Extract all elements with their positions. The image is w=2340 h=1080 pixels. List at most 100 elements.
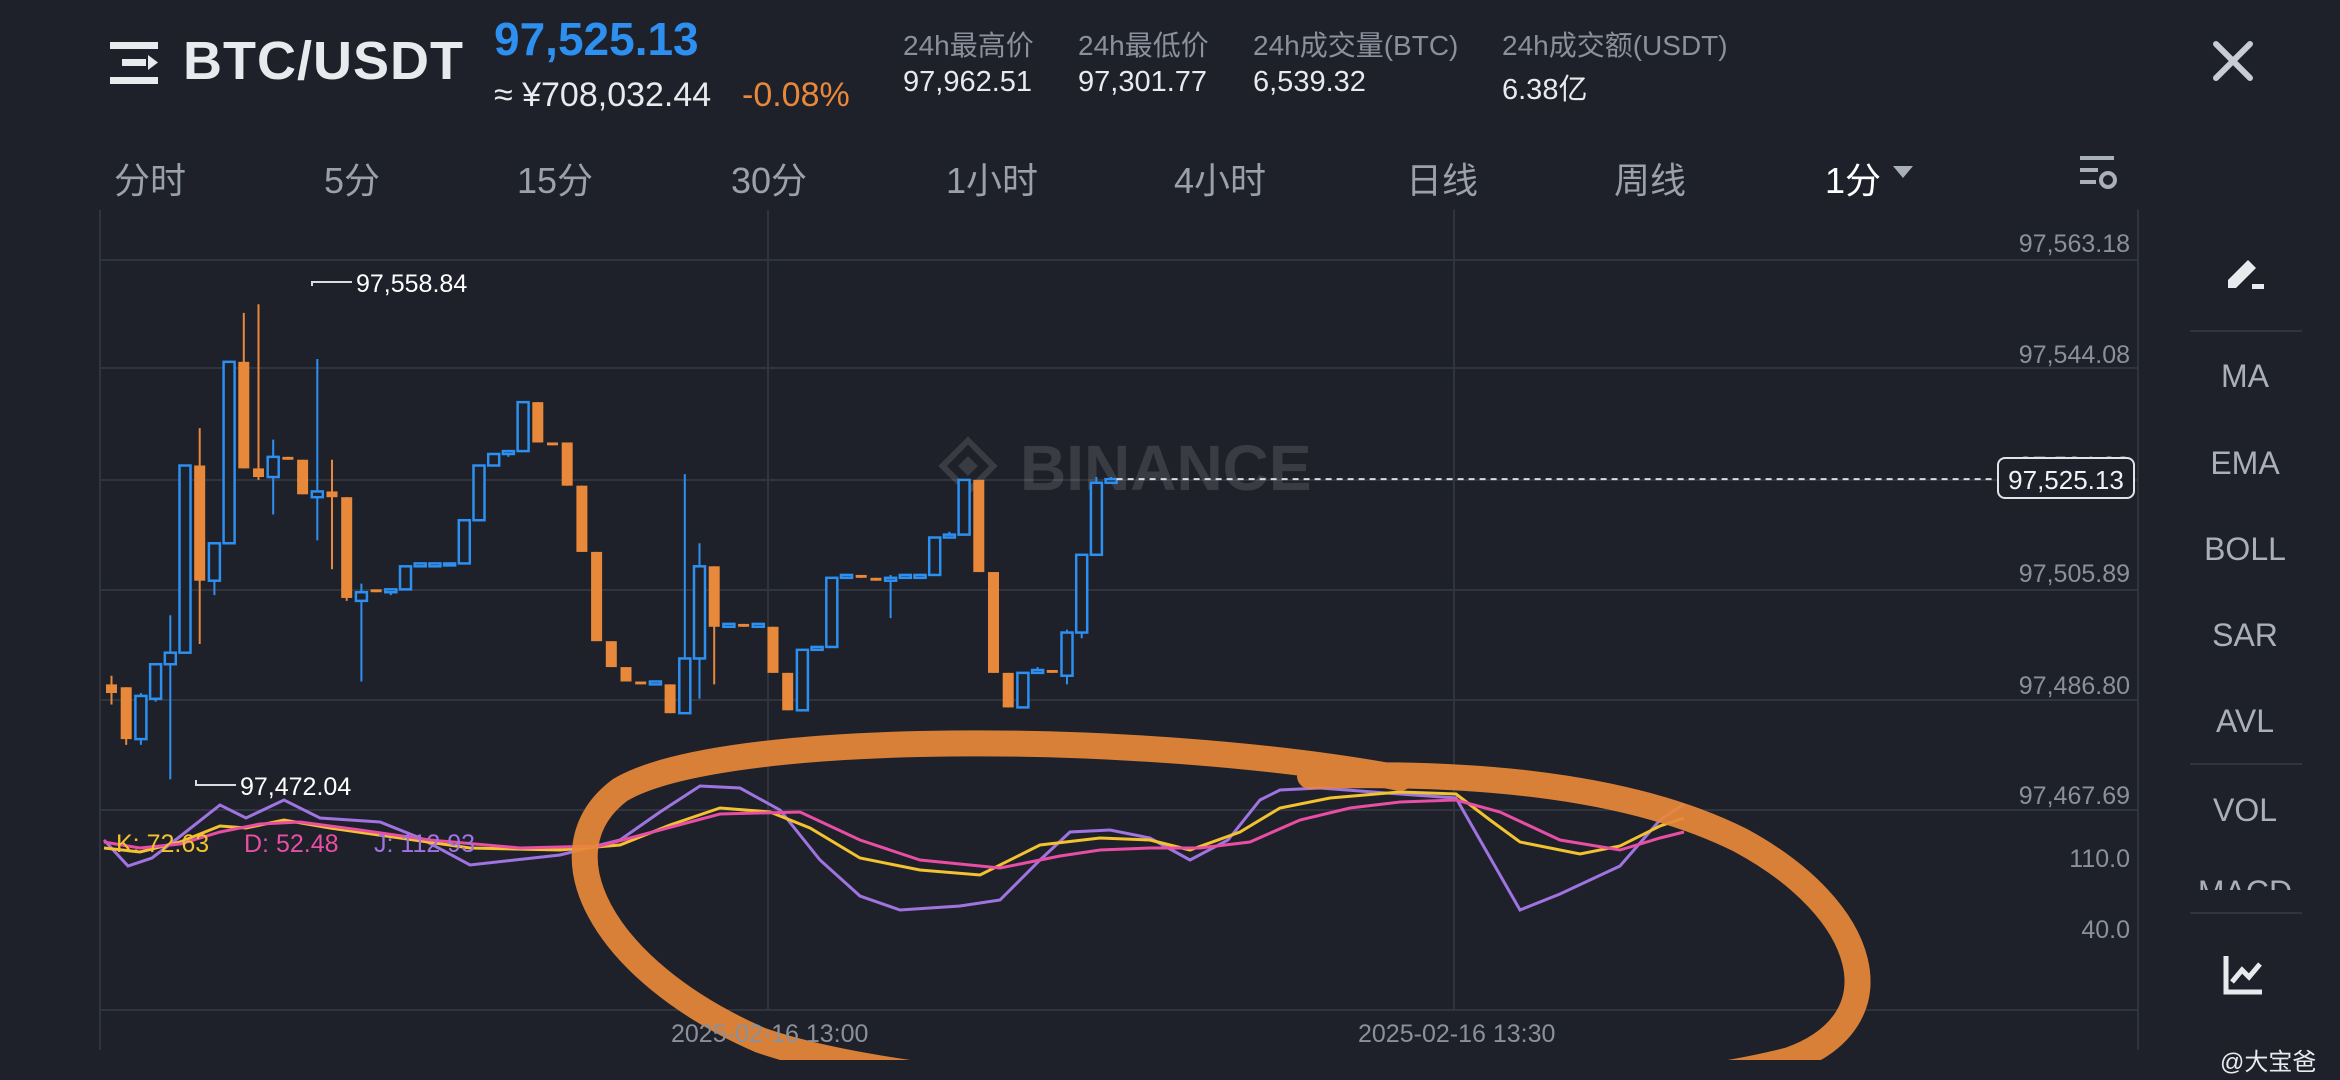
binance-watermark: BINANCE [938,432,1312,504]
last-price: 97,525.13 [494,13,699,65]
candle-up [1089,481,1104,557]
candle-down [106,684,117,694]
x-label-1330: 2025-02-16 13:30 [1358,1020,1556,1048]
tab-1h[interactable]: 1小时 [946,152,1038,204]
candle-down [547,442,558,446]
sidebar-divider [2190,330,2302,332]
candle-down [635,681,647,685]
tab-15m[interactable]: 15分 [517,152,593,204]
candle-up [354,590,369,603]
high-24h-value: 97,962.51 [903,66,1033,98]
tab-1m-selected[interactable]: 1分 [1825,152,1881,204]
candle-up [1016,671,1030,709]
candle-down [973,479,985,573]
candle-down [870,577,882,581]
candle-up [148,662,163,701]
candle-down [708,566,720,627]
tab-4h[interactable]: 4小时 [1174,152,1266,204]
indicator-sar[interactable]: SAR [2190,617,2300,654]
chart-settings-icon[interactable] [2078,152,2118,192]
current-price-tag: 97,525.13 [1997,457,2135,499]
y-tick-97467: 97,467.69 [2018,782,2130,810]
candle-up [398,565,413,591]
candle-up [913,573,927,580]
y-tick-97563: 97,563.18 [2018,230,2130,258]
kdj-j-label: J: 112.93 [374,830,476,858]
indicator-ma[interactable]: MA [2190,358,2300,395]
indicator-macd[interactable]: MACD [2190,876,2300,890]
candle-down [782,672,794,711]
candle-up [472,464,486,522]
indicator-boll[interactable]: BOLL [2190,531,2300,568]
volume-btc-label: 24h成交量(BTC) [1253,30,1459,61]
low-marker: 97,472.04 [195,773,351,801]
candle-down [1002,672,1014,708]
turnover-usdt-value: 6.38亿 [1502,74,1588,106]
sidebar-divider [2190,763,2302,765]
candle-up [1104,477,1118,485]
turnover-usdt-label: 24h成交额(USDT) [1502,30,1728,61]
candle-up [486,452,501,467]
draw-tool-icon[interactable] [2222,250,2268,292]
tab-5m[interactable]: 5分 [324,152,380,204]
candle-down [988,572,999,673]
tab-timeline[interactable]: 分时 [114,152,186,204]
candle-down [591,551,603,642]
chart-type-icon[interactable] [2222,952,2266,996]
indicator-ema[interactable]: EMA [2190,445,2300,482]
candle-down [326,491,338,498]
candles-group [106,304,1118,780]
candle-up [825,576,839,649]
candle-up [428,562,442,568]
candle-up [163,651,178,666]
x-label-1300: 2025-02-16 13:00 [671,1020,869,1048]
candle-down [738,623,750,627]
candle-down [238,361,250,469]
candle-up [457,518,472,565]
kdj-d-label: D: 52.48 [244,830,339,858]
volume-btc-value: 6,539.32 [1253,66,1366,98]
candle-down [341,497,353,598]
indicator-vol[interactable]: VOL [2190,792,2300,829]
indicator-avl[interactable]: AVL [2190,703,2300,740]
candle-down [194,465,206,581]
kdj-k-label: K: 72.63 [116,830,210,858]
candle-up [795,648,810,712]
low-24h-label: 24h最低价 [1078,30,1209,61]
candle-up [413,562,427,568]
candle-up [957,478,971,536]
candle-down [370,589,382,593]
high-marker-label: 97,558.84 [356,270,467,298]
tab-1d[interactable]: 日线 [1406,152,1478,204]
low-24h-value: 97,301.77 [1078,66,1208,98]
watermark-text: BINANCE [1020,432,1312,504]
tab-30m[interactable]: 30分 [731,152,807,204]
kline-chart[interactable]: BINANCE 97,558.84 97,472.04 [0,210,2150,1060]
low-marker-label: 97,472.04 [240,773,351,801]
candle-down [576,485,588,552]
candle-up [927,536,942,577]
cny-price: ≈ ¥708,032.44 [494,76,712,114]
interval-dropdown-icon[interactable] [1893,166,1913,178]
candle-up [839,573,854,580]
candle-down [120,687,132,740]
candle-up [678,657,692,715]
close-icon[interactable] [2210,38,2256,84]
price-change-percent: -0.08% [742,76,850,114]
candle-up [134,694,148,741]
candle-up [266,455,280,479]
candle-up [310,490,325,499]
menu-icon[interactable] [108,38,160,88]
candle-up [442,562,457,567]
kdj-k-line [103,790,1685,877]
user-watermark: @大宝爸 [2220,1049,2317,1076]
high-marker: 97,558.84 [311,270,467,298]
candle-up [207,542,222,582]
candle-down [855,574,867,578]
candle-down [605,641,617,668]
tab-1w[interactable]: 周线 [1614,152,1686,204]
candle-up [648,680,663,686]
candle-down [561,442,573,486]
trading-pair[interactable]: BTC/USDT [183,30,464,92]
y-tick-97505: 97,505.89 [2018,560,2130,588]
